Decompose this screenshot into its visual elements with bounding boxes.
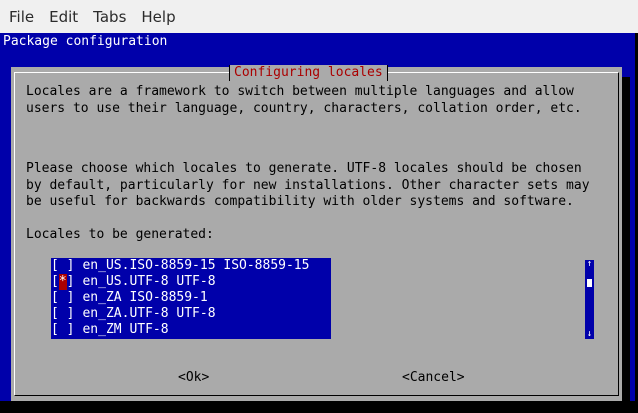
list-scrollbar[interactable]: ↑ ↓ xyxy=(585,260,594,339)
ok-button[interactable]: <Ok> xyxy=(178,370,209,386)
checkbox[interactable]: [ ] xyxy=(51,290,74,306)
description-paragraph-2: Please choose which locales to generate.… xyxy=(26,161,590,209)
menu-tabs[interactable]: Tabs xyxy=(87,8,132,26)
checkbox[interactable]: [ ] xyxy=(51,322,74,338)
dialog-title: Configuring locales xyxy=(229,65,388,81)
dialog-backdrop: Package configuration Configuring locale… xyxy=(0,33,635,401)
terminal-window[interactable]: Package configuration Configuring locale… xyxy=(0,33,638,413)
scroll-thumb[interactable] xyxy=(587,279,592,287)
locale-item[interactable]: [*] en_US.UTF-8 UTF-8 xyxy=(51,274,216,290)
list-heading: Locales to be generated: xyxy=(26,227,214,242)
checkbox[interactable]: [ ] xyxy=(51,258,74,274)
locale-label: en_ZM UTF-8 xyxy=(82,322,169,337)
locale-item[interactable]: [ ] en_ZA.UTF-8 UTF-8 xyxy=(51,306,216,322)
menu-help[interactable]: Help xyxy=(135,8,181,26)
locale-item[interactable]: [ ] en_ZM UTF-8 xyxy=(51,322,169,338)
checkbox[interactable]: [*] xyxy=(51,274,74,290)
description-paragraph-1: Locales are a framework to switch betwee… xyxy=(26,84,582,116)
locale-list[interactable]: [ ] en_US.ISO-8859-15 ISO-8859-15 [*] en… xyxy=(51,258,331,339)
locale-label: en_US.ISO-8859-15 ISO-8859-15 xyxy=(82,258,310,273)
locale-label: en_US.UTF-8 UTF-8 xyxy=(82,274,216,289)
locale-item[interactable]: [ ] en_ZA ISO-8859-1 xyxy=(51,290,208,306)
cancel-button[interactable]: <Cancel> xyxy=(402,370,465,386)
menu-file[interactable]: File xyxy=(3,8,40,26)
configuration-dialog: Configuring locales Locales are a framew… xyxy=(11,65,622,401)
scroll-down-icon[interactable]: ↓ xyxy=(585,330,594,339)
menu-bar: File Edit Tabs Help xyxy=(0,0,638,33)
backtitle: Package configuration xyxy=(3,34,168,49)
locale-label: en_ZA.UTF-8 UTF-8 xyxy=(82,306,216,321)
scroll-up-icon[interactable]: ↑ xyxy=(585,260,594,269)
locale-item[interactable]: [ ] en_US.ISO-8859-15 ISO-8859-15 xyxy=(51,258,309,274)
checkbox[interactable]: [ ] xyxy=(51,306,74,322)
menu-edit[interactable]: Edit xyxy=(43,8,84,26)
locale-label: en_ZA ISO-8859-1 xyxy=(82,290,208,305)
